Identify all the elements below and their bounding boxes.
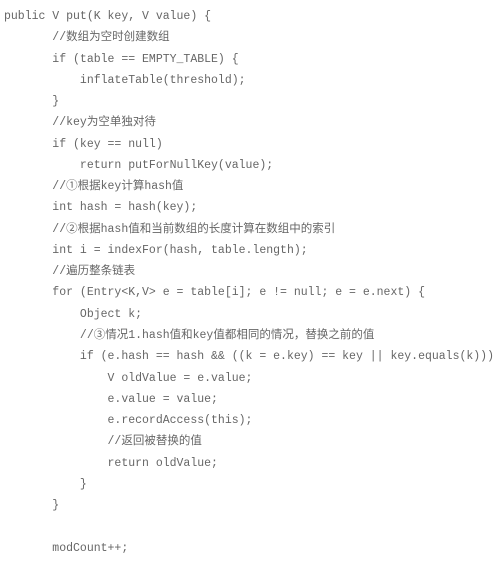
- code-line: //数组为空时创建数组: [4, 27, 496, 48]
- code-line: }: [4, 474, 496, 495]
- code-line: return putForNullKey(value);: [4, 155, 496, 176]
- code-line: inflateTable(threshold);: [4, 70, 496, 91]
- code-line: [4, 516, 496, 537]
- code-line: int i = indexFor(hash, table.length);: [4, 240, 496, 261]
- code-line: if (e.hash == hash && ((k = e.key) == ke…: [4, 346, 496, 367]
- code-line: //key为空单独对待: [4, 112, 496, 133]
- code-line: }: [4, 91, 496, 112]
- code-line: if (table == EMPTY_TABLE) {: [4, 49, 496, 70]
- code-line: //③情况1.hash值和key值都相同的情况，替换之前的值: [4, 325, 496, 346]
- code-line: for (Entry<K,V> e = table[i]; e != null;…: [4, 282, 496, 303]
- code-line: return oldValue;: [4, 453, 496, 474]
- code-line: //返回被替换的值: [4, 431, 496, 452]
- code-line: modCount++;: [4, 538, 496, 559]
- code-block: public V put(K key, V value) { //数组为空时创建…: [0, 0, 500, 561]
- code-line: }: [4, 495, 496, 516]
- code-line: public V put(K key, V value) {: [4, 6, 496, 27]
- code-line: V oldValue = e.value;: [4, 368, 496, 389]
- code-line: int hash = hash(key);: [4, 197, 496, 218]
- code-line: //遍历整条链表: [4, 261, 496, 282]
- code-line: e.recordAccess(this);: [4, 410, 496, 431]
- code-line: if (key == null): [4, 134, 496, 155]
- code-line: //①根据key计算hash值: [4, 176, 496, 197]
- code-line: Object k;: [4, 304, 496, 325]
- code-line: e.value = value;: [4, 389, 496, 410]
- code-line: //②根据hash值和当前数组的长度计算在数组中的索引: [4, 219, 496, 240]
